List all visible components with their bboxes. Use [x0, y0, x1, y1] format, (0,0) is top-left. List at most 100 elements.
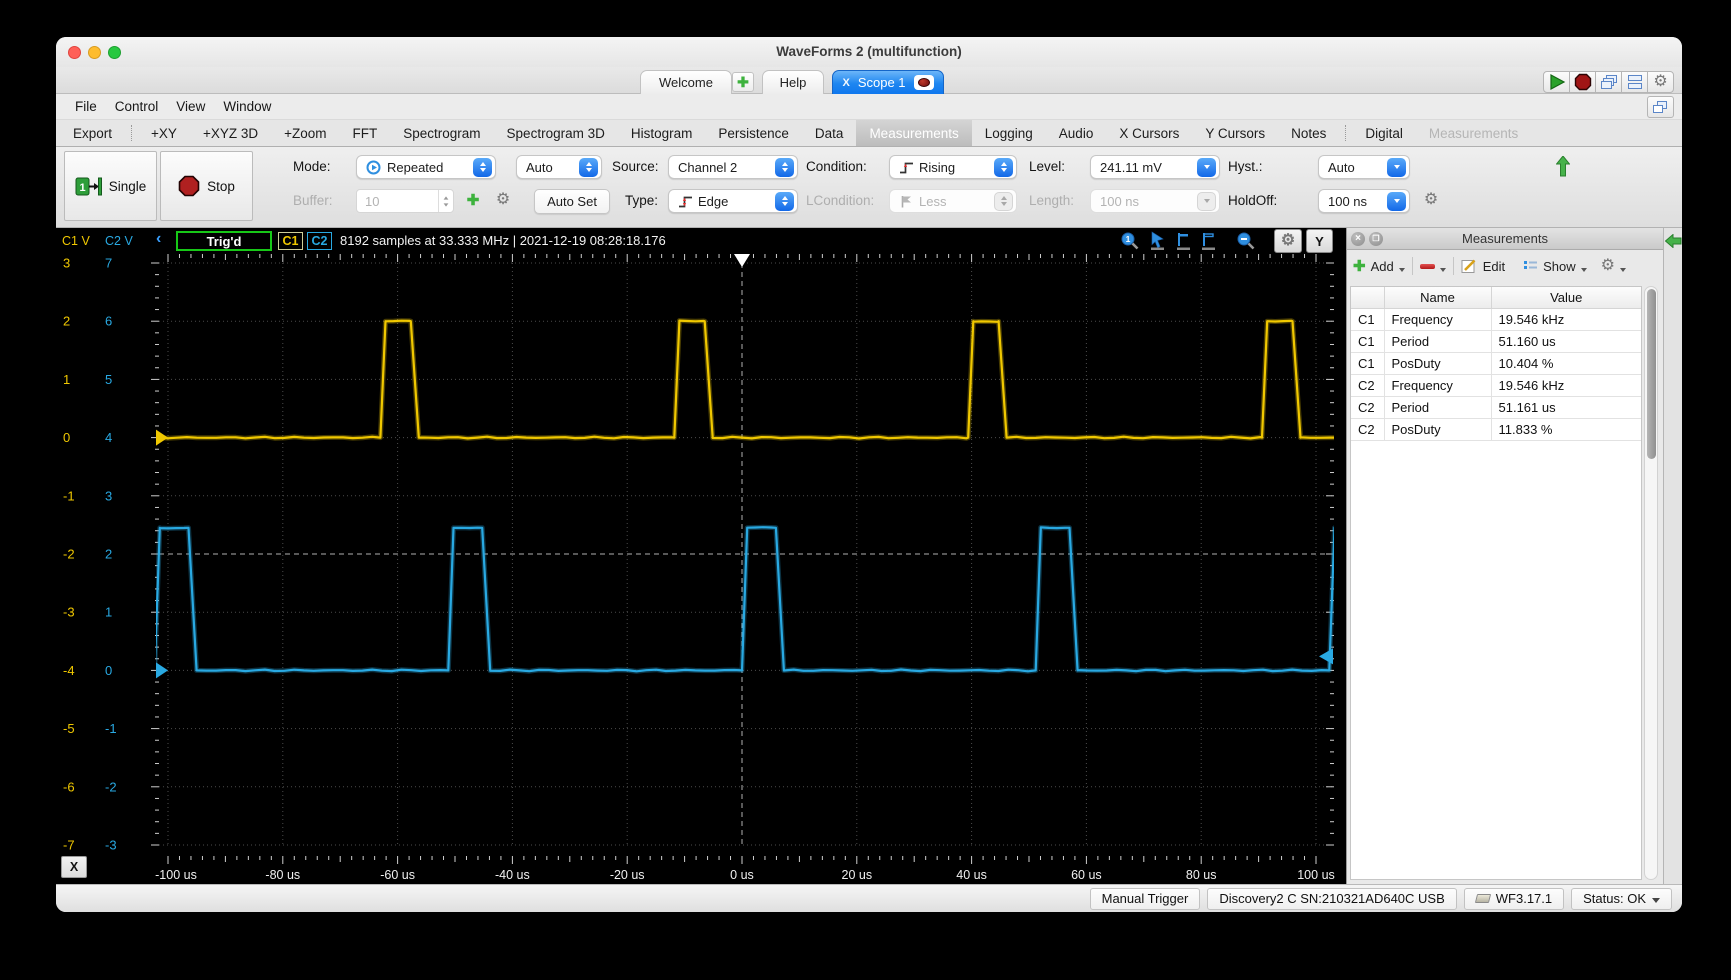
view-tab-persistence[interactable]: Persistence — [705, 120, 802, 146]
table-scrollbar[interactable] — [1644, 286, 1658, 880]
tab-scope1[interactable]: X Scope 1 — [832, 70, 944, 94]
col-name[interactable]: Name — [1383, 287, 1492, 309]
view-tab-notes[interactable]: Notes — [1278, 120, 1339, 146]
edit-measurement-button[interactable]: Edit — [1483, 259, 1505, 274]
lcondition-select[interactable]: Less — [889, 189, 1017, 213]
trigger-mode-select[interactable]: Auto — [516, 155, 602, 179]
green-up-arrow-icon[interactable] — [1556, 156, 1570, 178]
view-tab-measurements[interactable]: Measurements — [856, 120, 972, 146]
show-options-button[interactable]: Show — [1543, 259, 1576, 274]
view-tab-measurements[interactable]: Measurements — [1416, 120, 1531, 146]
view-tab-export[interactable]: Export — [60, 120, 125, 146]
restore-window-icon — [1653, 100, 1668, 114]
table-row[interactable]: C2 PosDuty 11.833 % — [1351, 417, 1641, 441]
table-row[interactable]: C1 Period 51.160 us — [1351, 329, 1641, 353]
app-toolbar: ⚙ — [1543, 71, 1674, 93]
tab-help[interactable]: Help — [762, 70, 824, 94]
stop-all-button[interactable] — [1569, 71, 1596, 93]
gear-icon[interactable]: ⚙ — [1601, 258, 1615, 274]
table-row[interactable]: C2 Period 51.161 us — [1351, 395, 1641, 419]
source-select[interactable]: Channel 2 — [668, 155, 798, 179]
auto-set-button[interactable]: Auto Set — [534, 189, 610, 214]
table-cell: C1 — [1351, 307, 1385, 331]
svg-text:-2: -2 — [105, 779, 117, 794]
cascade-windows-button[interactable] — [1595, 71, 1622, 93]
mode-select[interactable]: Repeated — [356, 155, 496, 179]
chevron-down-icon[interactable] — [1580, 268, 1587, 272]
table-row[interactable]: C1 PosDuty 10.404 % — [1351, 351, 1641, 375]
svg-text:4: 4 — [105, 430, 112, 445]
waveform-canvas[interactable]: 3 2 1 0 -1 -2 -3 -4 -5 -6 -7 7 6 5 4 3 2 1 0 -1 -2 -3 -100 us -… — [56, 254, 1346, 884]
device-info[interactable]: Discovery2 C SN:210321AD640C USB — [1207, 887, 1457, 910]
c1-axis-header[interactable]: C1 V — [62, 228, 90, 254]
tile-windows-button[interactable] — [1621, 71, 1648, 93]
instrument-view-tabs: Export +XY +XYZ 3D +Zoom FFT Spectrogram Spect… — [56, 120, 1682, 147]
view-tab--xy[interactable]: +XY — [138, 120, 190, 146]
divider — [1411, 257, 1413, 275]
level-select[interactable]: 241.11 mV — [1090, 155, 1220, 179]
view-tab-x-cursors[interactable]: X Cursors — [1106, 120, 1192, 146]
table-row[interactable]: C2 Frequency 19.546 kHz — [1351, 373, 1641, 397]
single-button[interactable]: 1 Single — [64, 151, 157, 221]
svg-text:-100 us: -100 us — [155, 868, 197, 882]
buffer-stepper[interactable]: 10 — [356, 189, 454, 213]
view-tab--zoom[interactable]: +Zoom — [271, 120, 339, 146]
add-measurement-button[interactable]: Add — [1371, 259, 1394, 274]
view-tab-fft[interactable]: FFT — [340, 120, 391, 146]
view-tab-spectrogram[interactable]: Spectrogram — [390, 120, 493, 146]
less-icon — [901, 195, 911, 207]
buffer-settings-button[interactable]: ⚙ — [492, 189, 514, 211]
trigger-settings-button[interactable]: ⚙ — [1420, 189, 1442, 211]
col-channel[interactable] — [1351, 287, 1385, 309]
collapse-axes-icon[interactable]: ‹ — [156, 226, 161, 252]
close-tab-icon[interactable]: X — [842, 77, 849, 89]
col-value[interactable]: Value — [1490, 287, 1641, 309]
table-cell: Frequency — [1383, 307, 1492, 331]
y-axis-button[interactable]: Y — [1306, 229, 1333, 253]
condition-select[interactable]: Rising — [889, 155, 1017, 179]
view-tab-digital[interactable]: Digital — [1352, 120, 1416, 146]
stop-button[interactable]: Stop — [160, 151, 253, 221]
remove-measurement-button[interactable] — [1419, 263, 1435, 269]
c2-axis-header[interactable]: C2 V — [105, 228, 133, 254]
scope-plot[interactable]: C1 V C2 V ‹ Trig'd C1 C2 8192 samples at… — [56, 228, 1346, 884]
run-all-button[interactable] — [1543, 71, 1570, 93]
type-select[interactable]: Edge — [668, 189, 798, 213]
hysteresis-select[interactable]: Auto — [1318, 155, 1410, 179]
x-axis-button[interactable]: X — [61, 856, 87, 878]
view-tab-data[interactable]: Data — [802, 120, 857, 146]
view-tab-audio[interactable]: Audio — [1046, 120, 1107, 146]
view-tab-spectrogram-3d[interactable]: Spectrogram 3D — [494, 120, 618, 146]
green-left-arrow-icon[interactable] — [1665, 234, 1682, 248]
length-select[interactable]: 100 ns — [1090, 189, 1220, 213]
manual-trigger-button[interactable]: Manual Trigger — [1089, 887, 1201, 910]
version-info[interactable]: WF3.17.1 — [1463, 887, 1565, 910]
view-tab--xyz-3d[interactable]: +XYZ 3D — [190, 120, 271, 146]
menu-window[interactable]: Window — [214, 99, 280, 114]
channel1-badge[interactable]: C1 — [278, 232, 303, 250]
app-settings-button[interactable]: ⚙ — [1647, 71, 1674, 93]
undock-view-button[interactable] — [1647, 96, 1674, 118]
chevron-down-icon[interactable] — [1398, 268, 1405, 272]
menu-control[interactable]: Control — [106, 99, 168, 114]
tab-welcome[interactable]: Welcome — [640, 70, 732, 94]
chevron-down-icon[interactable] — [1620, 268, 1626, 272]
device-chip-icon — [1474, 894, 1491, 903]
view-tab-y-cursors[interactable]: Y Cursors — [1192, 120, 1278, 146]
lcondition-value: Less — [919, 193, 947, 209]
plot-settings-button[interactable]: ⚙ — [1274, 229, 1302, 253]
chevron-down-icon[interactable] — [1439, 268, 1446, 272]
table-row[interactable]: C1 Frequency 19.546 kHz — [1351, 307, 1641, 331]
scrollbar-thumb[interactable] — [1646, 289, 1656, 459]
menu-view[interactable]: View — [167, 99, 214, 114]
svg-text:-4: -4 — [63, 663, 75, 678]
view-tab-histogram[interactable]: Histogram — [618, 120, 706, 146]
add-buffer-button[interactable]: ✚ — [462, 189, 484, 211]
title-bar[interactable]: WaveForms 2 (multifunction) — [56, 37, 1682, 67]
holdoff-select[interactable]: 100 ns — [1318, 189, 1410, 213]
channel2-badge[interactable]: C2 — [307, 232, 332, 250]
view-tab-logging[interactable]: Logging — [972, 120, 1046, 146]
status-indicator[interactable]: Status: OK — [1571, 887, 1672, 910]
add-instrument-button[interactable]: ✚ — [732, 72, 754, 92]
menu-file[interactable]: File — [66, 99, 106, 114]
